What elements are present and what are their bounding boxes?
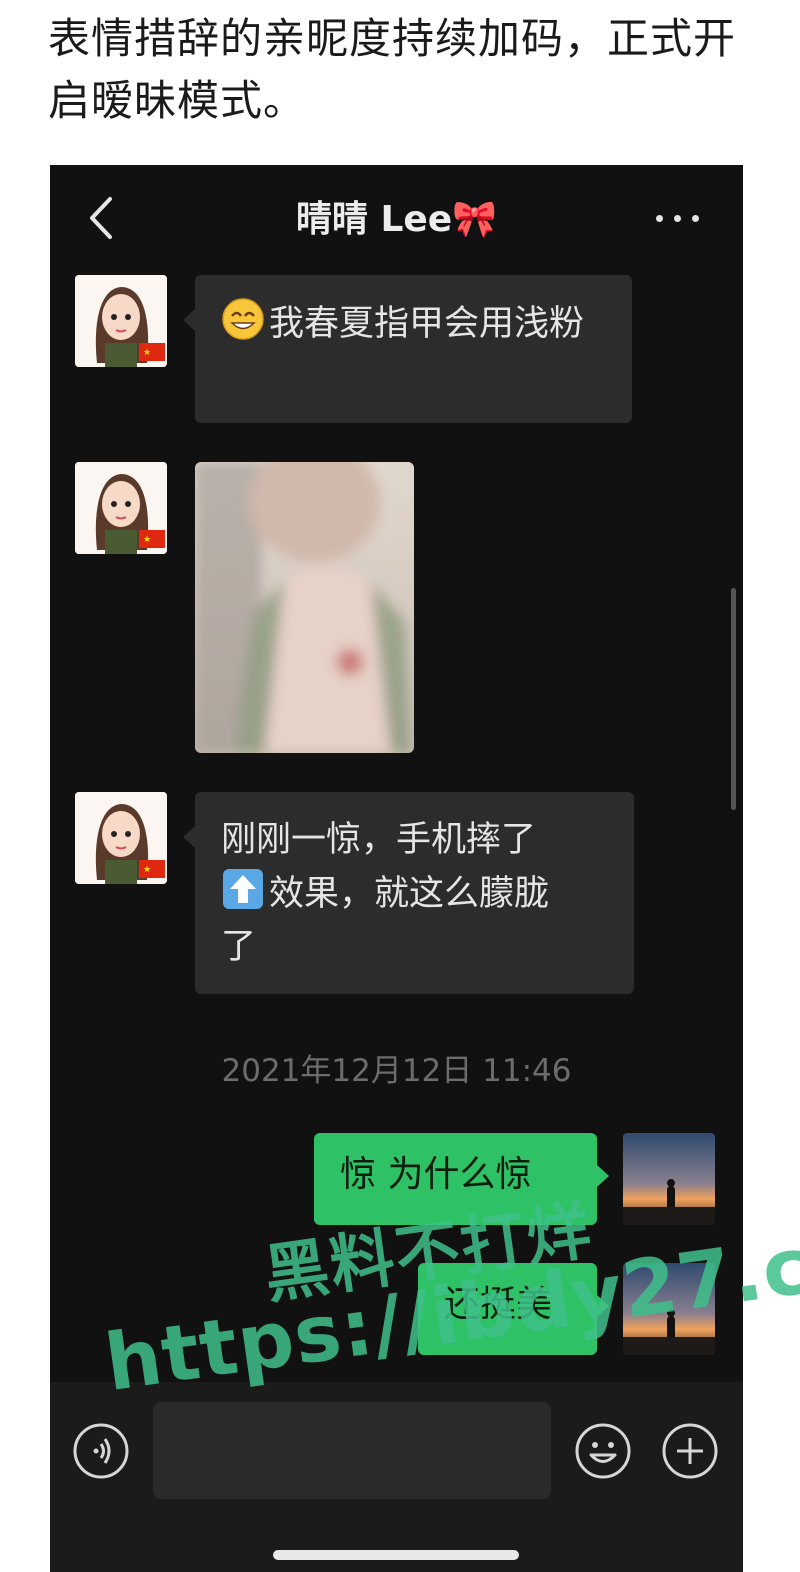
chat-title: 晴晴 Lee🎀 [50,193,743,247]
incoming-message-bubble[interactable]: 刚刚一惊，手机摔了 效果，就这么朦胧 了 [183,792,634,994]
article-caption: 表情措辞的亲昵度持续加码，正式开启暧昧模式。 [48,14,737,125]
voice-icon [73,1423,129,1479]
message-line: 刚刚一惊，手机摔了 [221,820,537,860]
chat-scrollbar[interactable] [731,588,736,810]
sunset-silhouette-image [623,1133,715,1225]
message-line: 了 [221,927,257,967]
svg-text:★: ★ [143,535,151,545]
up-arrow-icon [223,869,263,909]
voice-button[interactable] [72,1422,130,1480]
contact-avatar[interactable]: ★ [75,792,167,884]
grinning-face-icon [222,298,264,340]
smiley-icon [575,1423,631,1479]
shared-photo[interactable] [195,462,414,753]
bow-emoji: 🎀 [452,199,498,240]
message-input[interactable] [153,1402,551,1499]
home-indicator[interactable] [273,1550,519,1560]
svg-text:★: ★ [143,865,151,875]
chat-header: 晴晴 Lee🎀 [50,165,743,270]
avatar-cartoon-girl: ★ [75,275,167,367]
incoming-message-bubble[interactable]: 我春夏指甲会用浅粉 [183,275,632,423]
message-line: 效果，就这么朦胧 [221,867,608,921]
input-bar [50,1382,743,1572]
contact-avatar[interactable]: ★ [75,462,167,554]
plus-icon [662,1423,718,1479]
plus-button[interactable] [661,1422,719,1480]
message-text: 我春夏指甲会用浅粉 [269,304,585,344]
chat-timestamp: 2021年12月12日 11:46 [221,1053,572,1089]
avatar-cartoon-girl: ★ [75,792,167,884]
svg-text:★: ★ [143,348,151,358]
blurry-selfie-image [195,462,414,753]
more-button[interactable] [650,205,708,231]
message-text: 惊 为什么惊 [340,1154,532,1195]
emoji-button[interactable] [574,1422,632,1480]
my-avatar[interactable] [623,1133,715,1225]
avatar-cartoon-girl: ★ [75,462,167,554]
chat-title-text: 晴晴 Lee [295,199,453,240]
contact-avatar[interactable]: ★ [75,275,167,367]
